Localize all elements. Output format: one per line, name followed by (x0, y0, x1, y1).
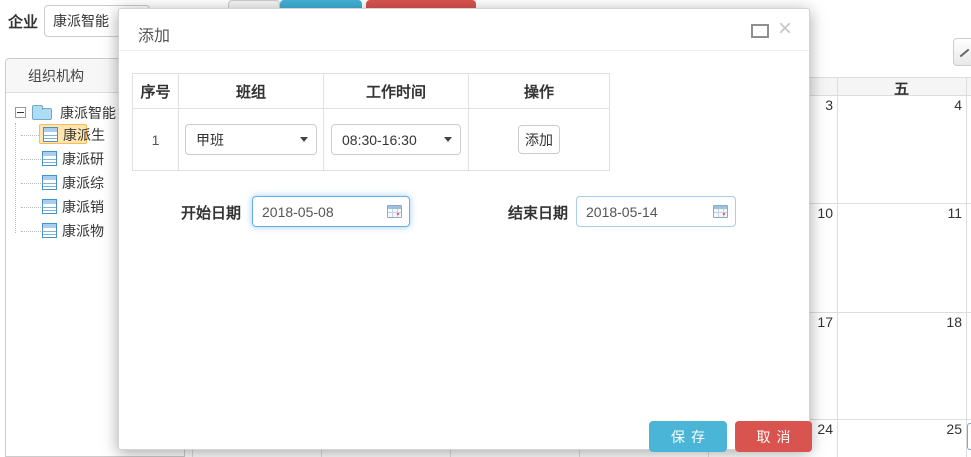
tree-item-label[interactable]: 康派研 (62, 149, 104, 169)
end-date-label: 结束日期 (508, 202, 568, 223)
nav-arrow-icon (960, 49, 970, 58)
column-header-worktime: 工作时间 (324, 74, 469, 109)
shift-schedule-table: 序号 班组 工作时间 操作 1 甲班 (132, 73, 610, 171)
add-dialog: 添加 × 序号 班组 工作时间 操作 1 甲班 (118, 8, 810, 450)
calendar-icon[interactable] (713, 205, 728, 218)
cancel-button[interactable]: 取消 (735, 421, 812, 452)
collapse-toggle-icon[interactable] (15, 107, 26, 118)
close-icon[interactable]: × (774, 15, 796, 43)
maximize-icon[interactable] (751, 24, 769, 38)
table-header-row: 序号 班组 工作时间 操作 (133, 74, 610, 109)
calendar-day-number[interactable]: 18 (841, 314, 962, 330)
column-header-index: 序号 (133, 74, 179, 109)
start-date-label: 开始日期 (181, 202, 241, 223)
table-row: 1 甲班 08:30-16:30 (133, 109, 610, 171)
department-icon (42, 151, 57, 166)
save-button[interactable]: 保存 (649, 421, 727, 452)
calendar-event-sliver[interactable] (967, 423, 971, 450)
tree-item-selected[interactable]: 康派生 (39, 124, 87, 144)
calendar-day-of-week-header: 五 (837, 78, 966, 99)
tree-root-label[interactable]: 康派智能 (60, 103, 116, 123)
add-row-button[interactable]: 添加 (518, 125, 560, 154)
department-icon (42, 199, 57, 214)
tree-item-label[interactable]: 康派生 (63, 127, 105, 143)
column-header-action: 操作 (469, 74, 610, 109)
tree-item-label[interactable]: 康派综 (62, 173, 104, 193)
tree-connector-line (15, 123, 16, 233)
calendar-nav-button[interactable] (953, 38, 971, 66)
folder-icon (32, 108, 52, 120)
department-icon (43, 127, 58, 142)
calendar-day-number[interactable]: 11 (841, 205, 962, 221)
tree-item-label[interactable]: 康派销 (62, 197, 104, 217)
app-window: 企业 组织机构 康派智能 康派生 康派研 康派综 康派销 (0, 0, 971, 457)
column-header-team: 班组 (179, 74, 324, 109)
enterprise-label: 企业 (8, 11, 38, 32)
team-select[interactable]: 甲班 (185, 124, 317, 155)
calendar-icon[interactable] (387, 205, 402, 218)
department-icon (42, 175, 57, 190)
calendar-day-number[interactable]: 4 (841, 97, 962, 113)
end-date-input[interactable] (576, 196, 736, 227)
department-icon (42, 223, 57, 238)
title-divider (119, 50, 809, 51)
row-index: 1 (133, 109, 179, 171)
calendar-day-number[interactable]: 25 (841, 421, 962, 437)
tree-item-label[interactable]: 康派物 (62, 221, 104, 241)
dialog-title: 添加 (138, 22, 170, 46)
worktime-select[interactable]: 08:30-16:30 (331, 124, 461, 155)
